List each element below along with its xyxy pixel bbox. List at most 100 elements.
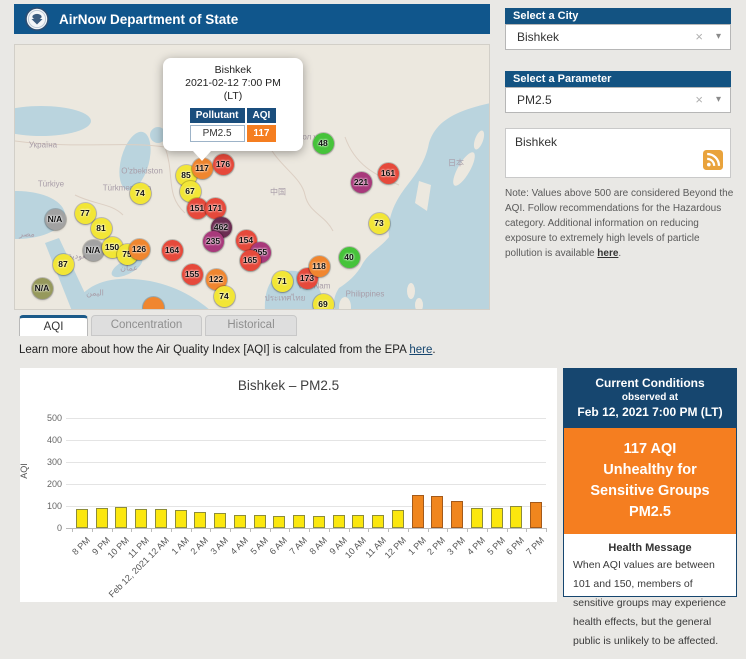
x-axis-tick xyxy=(546,528,547,532)
map-marker[interactable]: 155 xyxy=(182,264,203,285)
select-city-header: Select a City xyxy=(505,8,731,25)
map-marker[interactable]: 73 xyxy=(369,213,390,234)
y-axis-tick-label: 100 xyxy=(30,501,62,511)
tab-concentration[interactable]: Concentration xyxy=(91,315,202,336)
chart-bar[interactable] xyxy=(254,515,266,528)
map-marker[interactable]: 81 xyxy=(91,218,112,239)
x-axis-tick xyxy=(368,528,369,532)
parameter-select[interactable]: PM2.5 × ▾ xyxy=(505,87,731,113)
chart-bar[interactable] xyxy=(293,515,305,528)
chart-bar[interactable] xyxy=(451,501,463,528)
chart-bar[interactable] xyxy=(471,508,483,528)
x-axis-tick xyxy=(112,528,113,532)
map-marker[interactable]: 126 xyxy=(129,239,150,260)
x-axis-tick xyxy=(289,528,290,532)
map-country-label: مصر xyxy=(19,230,35,239)
y-axis-tick-label: 200 xyxy=(30,479,62,489)
popup-timezone: (LT) xyxy=(167,90,299,103)
chart-bar[interactable] xyxy=(333,515,345,528)
popup-col-pollutant: Pollutant xyxy=(190,108,245,123)
x-axis-tick xyxy=(131,528,132,532)
map-marker[interactable]: 176 xyxy=(213,154,234,175)
x-axis-tick xyxy=(329,528,330,532)
map-marker[interactable]: 77 xyxy=(75,203,96,224)
chart-bar[interactable] xyxy=(234,515,246,528)
chart-bar[interactable] xyxy=(491,508,503,528)
x-axis-tick xyxy=(270,528,271,532)
map-marker[interactable]: 221 xyxy=(351,172,372,193)
city-caret-icon[interactable]: ▾ xyxy=(716,25,721,49)
tab-aqi[interactable]: AQI xyxy=(19,315,88,336)
popup-aqi-table: Pollutant AQI PM2.5 117 xyxy=(188,106,279,144)
rss-city-label: Bishkek xyxy=(515,135,557,149)
map-country-label: Türkiye xyxy=(38,180,64,189)
map-marker[interactable]: N/A xyxy=(83,240,104,261)
x-axis-tick xyxy=(309,528,310,532)
city-select[interactable]: Bishkek × ▾ xyxy=(505,24,731,50)
map-marker[interactable]: 235 xyxy=(203,231,224,252)
chart-bar[interactable] xyxy=(135,509,147,528)
popup-tip xyxy=(193,151,211,161)
x-axis-tick xyxy=(171,528,172,532)
chart-bar[interactable] xyxy=(115,507,127,528)
tab-bar: AQI Concentration Historical xyxy=(19,315,297,336)
cc-datetime: Feb 12, 2021 7:00 PM (LT) xyxy=(568,405,732,420)
chart-bar[interactable] xyxy=(175,510,187,528)
chart-bar[interactable] xyxy=(76,509,88,528)
parameter-clear-icon[interactable]: × xyxy=(695,88,703,112)
x-axis-tick xyxy=(250,528,251,532)
chart-bar[interactable] xyxy=(155,509,167,528)
x-axis-tick xyxy=(210,528,211,532)
chart-bar[interactable] xyxy=(431,496,443,528)
map-marker[interactable]: 71 xyxy=(272,271,293,292)
app-header: AirNow Department of State xyxy=(14,4,490,34)
map-marker[interactable]: 87 xyxy=(53,254,74,275)
x-axis-tick xyxy=(507,528,508,532)
map-marker[interactable]: N/A xyxy=(45,209,66,230)
map[interactable]: УкраїнаTürkiyeO'zbekistonTürkmenistanمصر… xyxy=(14,44,490,310)
map-marker[interactable]: 118 xyxy=(309,256,330,277)
y-axis-tick-label: 300 xyxy=(30,457,62,467)
y-axis-tick-label: 500 xyxy=(30,413,62,423)
map-marker[interactable]: 161 xyxy=(378,163,399,184)
chart-bar[interactable] xyxy=(412,495,424,528)
map-marker[interactable]: 40 xyxy=(339,247,360,268)
map-marker[interactable]: 69 xyxy=(313,294,334,311)
x-axis-tick xyxy=(191,528,192,532)
y-axis-tick-label: 400 xyxy=(30,435,62,445)
map-country-label: اليمن xyxy=(86,289,104,298)
map-marker[interactable]: 74 xyxy=(214,286,235,307)
chart-plot-area: 01002003004005008 PM9 PM10 PM11 PMFeb 12… xyxy=(20,368,557,602)
rss-icon[interactable] xyxy=(703,150,723,170)
x-axis-tick xyxy=(388,528,389,532)
chart-bar[interactable] xyxy=(96,508,108,528)
map-country-label: 日本 xyxy=(448,158,464,169)
chart-bar[interactable] xyxy=(273,516,285,528)
cc-pollutant: PM2.5 xyxy=(570,502,730,523)
map-marker[interactable]: 165 xyxy=(240,250,261,271)
map-marker[interactable]: 48 xyxy=(313,133,334,154)
x-axis-tick xyxy=(487,528,488,532)
chart-bar[interactable] xyxy=(214,513,226,528)
note-here-link[interactable]: here xyxy=(597,248,618,259)
chart-bar[interactable] xyxy=(392,510,404,528)
popup-pollutant-value: PM2.5 xyxy=(190,125,245,142)
chart-bar[interactable] xyxy=(313,516,325,528)
map-marker[interactable]: N/A xyxy=(32,278,53,299)
parameter-caret-icon[interactable]: ▾ xyxy=(716,88,721,112)
learn-more-body: Learn more about how the Air Quality Ind… xyxy=(19,344,409,356)
map-country-label: 中国 xyxy=(270,187,286,198)
chart-bar[interactable] xyxy=(372,515,384,528)
chart-bar[interactable] xyxy=(530,502,542,528)
chart-bar[interactable] xyxy=(194,512,206,528)
map-marker[interactable]: 74 xyxy=(130,183,151,204)
current-conditions-header: Current Conditions observed at Feb 12, 2… xyxy=(564,369,736,428)
chart-bar[interactable] xyxy=(510,506,522,528)
learn-more-here-link[interactable]: here xyxy=(409,344,432,356)
chart-bar[interactable] xyxy=(352,515,364,528)
map-marker[interactable]: 171 xyxy=(205,198,226,219)
tab-historical[interactable]: Historical xyxy=(205,315,297,336)
map-marker[interactable]: 164 xyxy=(162,240,183,261)
city-clear-icon[interactable]: × xyxy=(695,25,703,49)
city-select-value: Bishkek xyxy=(517,30,559,44)
